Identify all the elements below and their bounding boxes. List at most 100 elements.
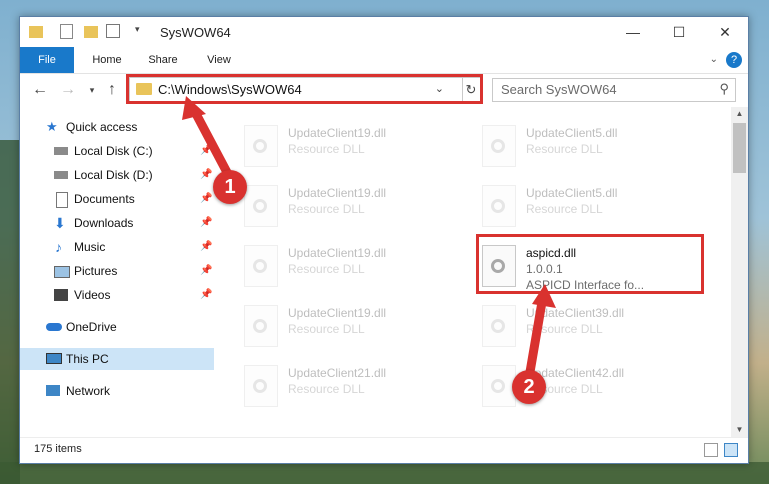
- pin-icon: 📌: [200, 193, 213, 204]
- picture-icon: [54, 266, 70, 278]
- star-icon: ★: [46, 119, 58, 134]
- file-item[interactable]: UpdateClient19.dll Resource DLL: [244, 121, 474, 173]
- folder-icon: [29, 26, 43, 38]
- file-type: Resource DLL: [526, 322, 603, 336]
- file-item[interactable]: UpdateClient19.dll Resource DLL: [244, 181, 474, 233]
- recent-locations-icon[interactable]: ▾: [82, 80, 102, 100]
- pin-icon: 📌: [200, 169, 213, 180]
- sidebar-item-local-disk-c[interactable]: Local Disk (C:) 📌: [20, 140, 214, 162]
- pin-icon: 📌: [200, 217, 213, 228]
- dll-gear-icon: [244, 125, 278, 167]
- forward-arrow-icon[interactable]: →: [58, 80, 78, 100]
- dll-gear-icon: [482, 305, 516, 347]
- file-item[interactable]: UpdateClient19.dll Resource DLL: [244, 301, 474, 353]
- sidebar-item-label: Network: [66, 384, 111, 398]
- tab-view[interactable]: View: [192, 47, 246, 73]
- properties-icon[interactable]: [60, 24, 73, 39]
- sidebar-item-this-pc[interactable]: This PC: [20, 348, 214, 370]
- sidebar-item-label: Pictures: [74, 264, 118, 278]
- minimize-button[interactable]: —: [610, 17, 656, 47]
- file-item[interactable]: UpdateClient5.dll Resource DLL: [482, 181, 712, 233]
- step-2-badge: 2: [512, 370, 546, 404]
- scroll-thumb[interactable]: [733, 123, 746, 173]
- close-button[interactable]: ✕: [702, 17, 748, 47]
- file-name: UpdateClient19.dll: [288, 246, 387, 260]
- navigation-bar: ← → ▾ ↑ C:\Windows\SysWOW64 ⌄ ↻ Search S…: [20, 74, 748, 106]
- back-arrow-icon[interactable]: ←: [30, 80, 50, 100]
- details-view-icon[interactable]: [704, 443, 718, 457]
- dll-gear-icon: [244, 305, 278, 347]
- sidebar-item-network[interactable]: Network: [20, 380, 214, 402]
- file-item[interactable]: UpdateClient19.dll Resource DLL: [244, 241, 474, 293]
- drive-icon: [54, 147, 68, 155]
- sidebar-item-label: Downloads: [74, 216, 134, 230]
- sidebar-item-downloads[interactable]: ⬇ Downloads 📌: [20, 212, 214, 234]
- view-options-icon[interactable]: [106, 24, 120, 38]
- window-title: SysWOW64: [160, 25, 231, 40]
- sidebar-item-quick-access[interactable]: ★ Quick access: [20, 116, 214, 138]
- sidebar-item-label: Music: [74, 240, 106, 254]
- dll-gear-icon: [244, 185, 278, 227]
- file-list: UpdateClient19.dll Resource DLL UpdateCl…: [218, 107, 732, 437]
- sidebar-item-label: Quick access: [66, 120, 138, 134]
- file-name: UpdateClient19.dll: [288, 186, 387, 200]
- download-arrow-icon: ⬇: [54, 215, 66, 231]
- music-note-icon: ♪: [55, 239, 62, 255]
- file-type: Resource DLL: [288, 202, 365, 216]
- maximize-button[interactable]: ☐: [656, 17, 702, 47]
- dll-gear-icon: [482, 365, 516, 407]
- file-type: Resource DLL: [288, 322, 365, 336]
- file-item[interactable]: UpdateClient5.dll Resource DLL: [482, 121, 712, 173]
- new-folder-icon[interactable]: [84, 26, 98, 38]
- sidebar-item-label: Documents: [74, 192, 135, 206]
- dll-gear-icon: [482, 125, 516, 167]
- status-bar: 175 items: [20, 437, 748, 464]
- help-button[interactable]: ?: [726, 52, 742, 68]
- dll-gear-icon: [482, 185, 516, 227]
- file-highlight: [476, 234, 704, 294]
- film-icon: [54, 289, 68, 301]
- customize-toolbar-icon[interactable]: ▾: [135, 24, 149, 38]
- file-name: UpdateClient5.dll: [526, 126, 618, 140]
- sidebar-item-label: OneDrive: [66, 320, 117, 334]
- sidebar-item-label: Local Disk (C:): [74, 144, 153, 158]
- scroll-up-icon[interactable]: ▲: [731, 109, 748, 118]
- sidebar-item-pictures[interactable]: Pictures 📌: [20, 260, 214, 282]
- navigation-pane: ★ Quick access Local Disk (C:) 📌 Local D…: [20, 107, 214, 437]
- sidebar-item-label: Videos: [74, 288, 111, 302]
- tab-home[interactable]: Home: [80, 47, 134, 73]
- search-input[interactable]: Search SysWOW64 ⚲: [492, 78, 736, 102]
- dll-gear-icon: [244, 245, 278, 287]
- tab-file[interactable]: File: [20, 47, 74, 73]
- file-item[interactable]: UpdateClient21.dll Resource DLL: [244, 361, 474, 413]
- file-type: Resource DLL: [526, 142, 603, 156]
- sidebar-item-music[interactable]: ♪ Music 📌: [20, 236, 214, 258]
- title-bar: ▾ SysWOW64 — ☐ ✕: [20, 17, 748, 47]
- file-type: Resource DLL: [288, 382, 365, 396]
- sidebar-item-videos[interactable]: Videos 📌: [20, 284, 214, 306]
- pin-icon: 📌: [200, 145, 213, 156]
- sidebar-item-documents[interactable]: Documents 📌: [20, 188, 214, 210]
- file-name: UpdateClient39.dll: [526, 306, 625, 320]
- search-icon[interactable]: ⚲: [719, 81, 729, 97]
- tab-share[interactable]: Share: [136, 47, 190, 73]
- file-type: Resource DLL: [288, 142, 365, 156]
- expand-ribbon-icon[interactable]: ⌄: [710, 54, 718, 65]
- sidebar-item-label: This PC: [66, 352, 109, 366]
- pin-icon: 📌: [200, 265, 213, 276]
- up-arrow-icon[interactable]: ↑: [102, 80, 122, 100]
- cloud-icon: [46, 323, 62, 331]
- sidebar-item-label: Local Disk (D:): [74, 168, 153, 182]
- file-name: UpdateClient21.dll: [288, 366, 387, 380]
- file-type: Resource DLL: [288, 262, 365, 276]
- sidebar-item-local-disk-d[interactable]: Local Disk (D:) 📌: [20, 164, 214, 186]
- pin-icon: 📌: [200, 241, 213, 252]
- desktop-ground: [0, 462, 769, 484]
- vertical-scrollbar[interactable]: ▲ ▼: [731, 107, 748, 437]
- sidebar-item-onedrive[interactable]: OneDrive: [20, 316, 214, 338]
- item-count: 175 items: [34, 443, 82, 455]
- large-icons-view-icon[interactable]: [724, 443, 738, 457]
- file-item[interactable]: UpdateClient39.dll Resource DLL: [482, 301, 712, 353]
- scroll-down-icon[interactable]: ▼: [731, 425, 748, 434]
- ribbon-tabs: File Home Share View ⌄ ?: [20, 47, 748, 74]
